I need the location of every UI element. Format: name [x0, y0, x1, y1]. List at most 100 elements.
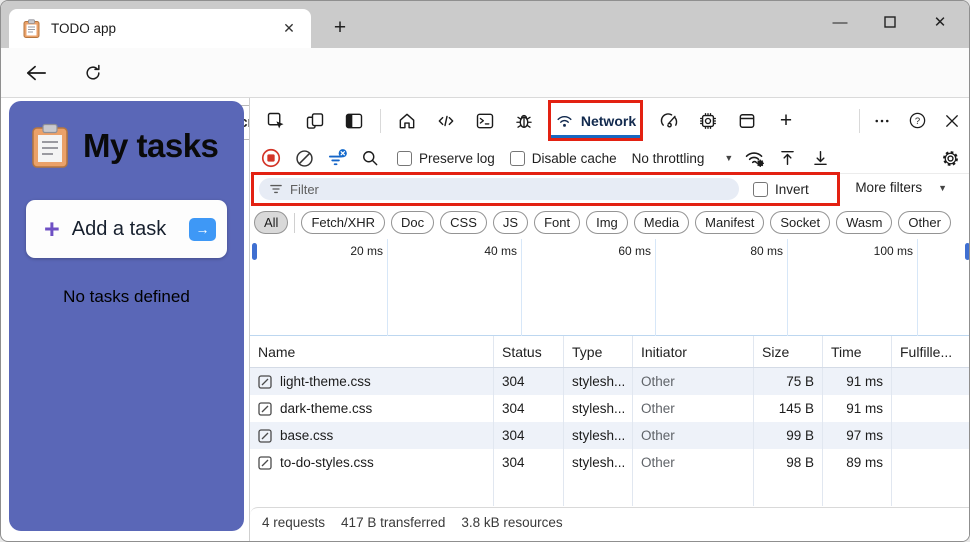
active-tab-underline [551, 135, 640, 138]
disable-cache-label: Disable cache [532, 151, 617, 166]
request-size: 75 B [754, 368, 823, 395]
toolbar-separator [380, 109, 381, 133]
new-tab-button[interactable]: + [327, 15, 353, 41]
maximize-icon[interactable] [865, 1, 915, 43]
annotation-box-filter: Invert [251, 172, 840, 206]
memory-chip-icon[interactable] [695, 106, 721, 136]
column-size[interactable]: Size [754, 336, 823, 367]
table-row[interactable]: base.css 304 stylesh... Other 99 B 97 ms [250, 422, 970, 449]
more-filters-dropdown[interactable]: More filters ▼ [855, 180, 947, 195]
filter-toggle-icon[interactable] [325, 146, 349, 170]
customize-devtools-icon[interactable] [869, 106, 895, 136]
request-type: stylesh... [564, 449, 633, 476]
console-icon[interactable] [472, 106, 498, 136]
welcome-home-icon[interactable] [394, 106, 420, 136]
stylesheet-file-icon [258, 456, 272, 470]
table-row[interactable]: dark-theme.css 304 stylesh... Other 145 … [250, 395, 970, 422]
throttling-dropdown[interactable]: No throttling ▼ [632, 151, 734, 166]
activity-bar-layout-icon[interactable] [341, 106, 367, 136]
toolbar-separator [859, 109, 860, 133]
submit-arrow-icon[interactable]: → [189, 218, 216, 241]
help-icon[interactable]: ? [904, 106, 930, 136]
record-network-log-icon[interactable] [259, 146, 283, 170]
inspect-element-icon[interactable] [263, 106, 289, 136]
page-title: My tasks [83, 127, 218, 165]
network-settings-gear-icon[interactable] [938, 146, 962, 170]
type-filter-fetch-xhr[interactable]: Fetch/XHR [301, 211, 385, 234]
type-filter-doc[interactable]: Doc [391, 211, 434, 234]
column-fulfilled[interactable]: Fulfille... [892, 336, 970, 367]
back-icon[interactable] [21, 59, 51, 87]
invert-checkbox[interactable] [753, 182, 768, 197]
column-type[interactable]: Type [564, 336, 633, 367]
devtools-tabbar-right: ? [850, 98, 965, 143]
type-filter-manifest[interactable]: Manifest [695, 211, 764, 234]
request-size: 99 B [754, 422, 823, 449]
debugger-bug-icon[interactable] [511, 106, 537, 136]
invert-label: Invert [775, 182, 809, 197]
more-tabs-plus-icon[interactable]: + [773, 106, 799, 136]
clear-network-log-icon[interactable] [292, 146, 316, 170]
disable-cache-group: Disable cache [510, 151, 617, 166]
type-filter-css[interactable]: CSS [440, 211, 487, 234]
summary-transferred: 417 B transferred [341, 515, 445, 530]
timeline-overview[interactable]: 20 ms 40 ms 60 ms 80 ms 100 ms [250, 239, 970, 336]
close-devtools-icon[interactable] [939, 106, 965, 136]
svg-text:?: ? [914, 116, 919, 127]
timeline-gridline [387, 239, 388, 336]
network-summary-bar: 4 requests 417 B transferred 3.8 kB reso… [250, 507, 970, 537]
request-time: 89 ms [823, 449, 892, 476]
export-har-icon[interactable] [808, 146, 832, 170]
request-initiator: Other [633, 368, 754, 395]
type-filter-socket[interactable]: Socket [770, 211, 830, 234]
add-task-button[interactable]: + Add a task → [26, 200, 227, 258]
preserve-log-group: Preserve log [397, 151, 495, 166]
close-window-icon[interactable]: ✕ [915, 1, 965, 43]
type-filter-img[interactable]: Img [586, 211, 628, 234]
disable-cache-checkbox[interactable] [510, 151, 525, 166]
search-icon[interactable] [358, 146, 382, 170]
request-size: 145 B [754, 395, 823, 422]
device-emulation-icon[interactable] [302, 106, 328, 136]
add-task-label: Add a task [72, 218, 167, 241]
preserve-log-checkbox[interactable] [397, 151, 412, 166]
column-name[interactable]: Name [250, 336, 494, 367]
filter-input[interactable] [290, 182, 710, 197]
tab-close-icon[interactable]: ✕ [277, 17, 301, 41]
refresh-icon[interactable] [78, 59, 108, 87]
stylesheet-file-icon [258, 429, 272, 443]
table-row[interactable]: light-theme.css 304 stylesh... Other 75 … [250, 368, 970, 395]
timeline-left-handle[interactable] [252, 243, 257, 260]
import-har-icon[interactable] [775, 146, 799, 170]
request-status: 304 [494, 395, 564, 422]
column-initiator[interactable]: Initiator [633, 336, 754, 367]
chevron-down-icon: ▼ [938, 183, 947, 193]
stylesheet-file-icon [258, 375, 272, 389]
request-name: base.css [280, 428, 333, 443]
filter-input-container[interactable] [259, 178, 739, 200]
timeline-right-handle[interactable] [965, 243, 970, 260]
type-filter-other[interactable]: Other [898, 211, 951, 234]
browser-window: TODO app ✕ + — ✕ https://microsoftedge.g… [0, 0, 970, 542]
table-row[interactable]: to-do-styles.css 304 stylesh... Other 98… [250, 449, 970, 476]
tab-network[interactable]: Network [548, 100, 643, 141]
type-filter-all[interactable]: All [254, 211, 288, 234]
table-filler-row [250, 476, 970, 506]
type-filter-media[interactable]: Media [634, 211, 689, 234]
minimize-icon[interactable]: — [815, 1, 865, 43]
browser-tab[interactable]: TODO app ✕ [9, 9, 311, 48]
network-conditions-icon[interactable] [742, 146, 766, 170]
devtools-panel: Network + ? [249, 98, 970, 542]
titlebar: TODO app ✕ + — ✕ [1, 1, 970, 48]
type-filter-js[interactable]: JS [493, 211, 528, 234]
type-filter-wasm[interactable]: Wasm [836, 211, 892, 234]
timeline-gridline [521, 239, 522, 336]
column-status[interactable]: Status [494, 336, 564, 367]
type-filter-font[interactable]: Font [534, 211, 580, 234]
request-name: light-theme.css [280, 374, 371, 389]
column-time[interactable]: Time [823, 336, 892, 367]
application-panel-icon[interactable] [734, 106, 760, 136]
performance-gauge-icon[interactable] [656, 106, 682, 136]
elements-code-icon[interactable] [433, 106, 459, 136]
throttling-value: No throttling [632, 151, 705, 166]
